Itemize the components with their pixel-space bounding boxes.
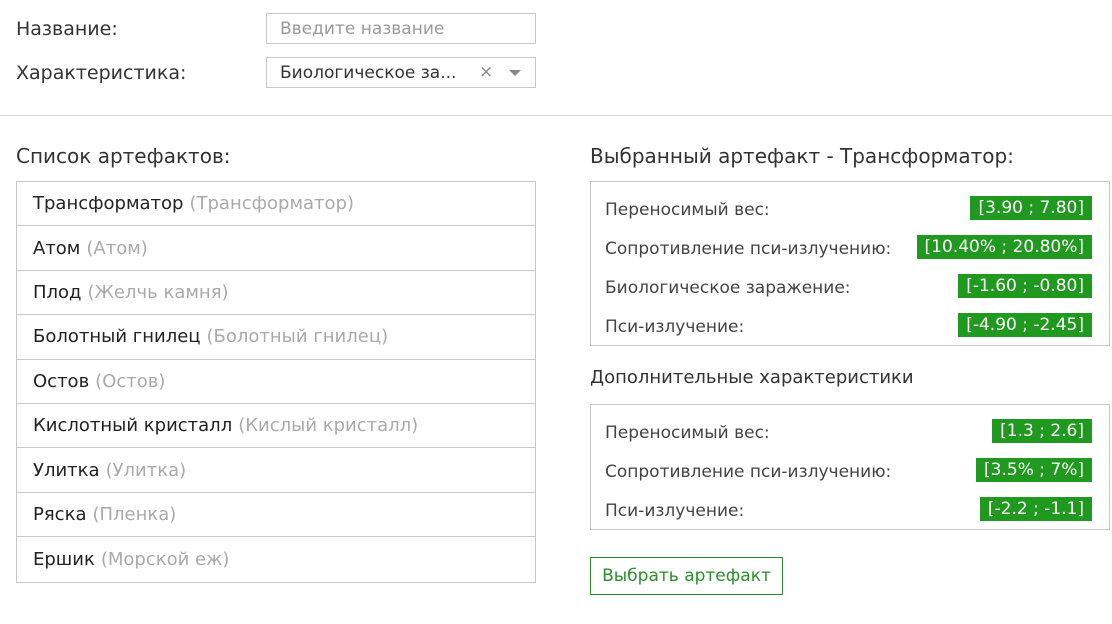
artifact-list-title: Список артефактов:: [16, 144, 231, 168]
list-item[interactable]: Улитка (Улитка): [17, 448, 535, 493]
stat-row: Переносимый вес: [3.90 ; 7.80]: [591, 190, 1109, 229]
chevron-down-icon[interactable]: [509, 70, 521, 76]
characteristic-filter-row: Характеристика: Биологическое за... ×: [16, 57, 536, 88]
stat-label: Сопротивление пси-излучению:: [605, 238, 892, 259]
stat-row: Переносимый вес: [1.3 ; 2.6]: [591, 413, 1109, 452]
clear-selection-icon[interactable]: ×: [479, 62, 493, 82]
name-filter-row: Название:: [16, 13, 536, 44]
artifact-alt-name: (Морской еж): [100, 548, 230, 570]
characteristic-label: Характеристика:: [16, 61, 187, 84]
artifact-alt-name: (Остов): [95, 370, 166, 392]
artifact-alt-name: (Трансформатор): [189, 193, 355, 215]
artifact-alt-name: (Болотный гнилец): [206, 326, 389, 348]
stat-label: Пси-излучение:: [605, 500, 745, 521]
artifact-name: Улитка: [33, 459, 100, 481]
characteristic-select-value: Биологическое за...: [280, 62, 457, 83]
stat-value-badge: [10.40% ; 20.80%]: [916, 235, 1092, 259]
selected-artifact-title: Выбранный артефакт - Трансформатор:: [590, 144, 1014, 168]
stat-label: Переносимый вес:: [605, 422, 770, 443]
selected-stats-panel: Переносимый вес: [3.90 ; 7.80] Сопротивл…: [590, 181, 1110, 346]
stat-label: Биологическое заражение:: [605, 277, 851, 298]
artifact-name: Ряска: [33, 503, 87, 525]
select-artifact-button[interactable]: Выбрать артефакт: [590, 557, 783, 595]
stat-value-badge: [1.3 ; 2.6]: [992, 419, 1092, 443]
stat-row: Биологическое заражение: [-1.60 ; -0.80]: [591, 268, 1109, 307]
list-item[interactable]: Ершик (Морской еж): [17, 537, 535, 581]
list-item[interactable]: Болотный гнилец (Болотный гнилец): [17, 315, 535, 360]
stat-value-badge: [-4.90 ; -2.45]: [958, 313, 1092, 337]
section-divider: [0, 115, 1112, 116]
name-label: Название:: [16, 17, 118, 40]
stat-row: Сопротивление пси-излучению: [10.40% ; 2…: [591, 229, 1109, 268]
stat-row: Сопротивление пси-излучению: [3.5% ; 7%]: [591, 452, 1109, 491]
artifact-name: Кислотный кристалл: [33, 415, 233, 437]
stat-label: Переносимый вес:: [605, 199, 770, 220]
extra-stats-title: Дополнительные характеристики: [590, 367, 914, 388]
artifact-alt-name: (Пленка): [92, 503, 177, 525]
artifact-name: Плод: [33, 281, 82, 303]
list-item[interactable]: Трансформатор (Трансформатор): [17, 182, 535, 227]
stat-value-badge: [-2.2 ; -1.1]: [979, 497, 1092, 521]
characteristic-select[interactable]: Биологическое за... ×: [266, 57, 536, 88]
artifact-name: Трансформатор: [33, 193, 184, 215]
stat-label: Сопротивление пси-излучению:: [605, 461, 892, 482]
artifact-alt-name: (Желчь камня): [87, 281, 229, 303]
list-item[interactable]: Остов (Остов): [17, 360, 535, 404]
name-search-input[interactable]: [266, 13, 536, 44]
list-item[interactable]: Ряска (Пленка): [17, 493, 535, 538]
list-item[interactable]: Плод (Желчь камня): [17, 271, 535, 316]
artifact-name: Остов: [33, 370, 90, 392]
extra-stats-panel: Переносимый вес: [1.3 ; 2.6] Сопротивлен…: [590, 404, 1110, 530]
list-item[interactable]: Атом (Атом): [17, 226, 535, 271]
artifact-name: Болотный гнилец: [33, 326, 201, 348]
stat-value-badge: [-1.60 ; -0.80]: [958, 274, 1092, 298]
artifact-alt-name: (Кислый кристалл): [238, 415, 419, 437]
artifact-name: Атом: [33, 237, 81, 259]
stat-label: Пси-излучение:: [605, 316, 745, 337]
stat-value-badge: [3.90 ; 7.80]: [970, 196, 1092, 220]
artifact-alt-name: (Улитка): [105, 459, 187, 481]
artifact-name: Ершик: [33, 548, 95, 570]
stat-row: Пси-излучение: [-2.2 ; -1.1]: [591, 491, 1109, 530]
list-item[interactable]: Кислотный кристалл (Кислый кристалл): [17, 404, 535, 449]
artifact-alt-name: (Атом): [86, 237, 148, 259]
stat-value-badge: [3.5% ; 7%]: [976, 458, 1092, 482]
artifact-page: Название: Характеристика: Биологическое …: [0, 0, 1112, 624]
artifact-list: Трансформатор (Трансформатор) Атом (Атом…: [16, 181, 536, 583]
stat-row: Пси-излучение: [-4.90 ; -2.45]: [591, 307, 1109, 346]
